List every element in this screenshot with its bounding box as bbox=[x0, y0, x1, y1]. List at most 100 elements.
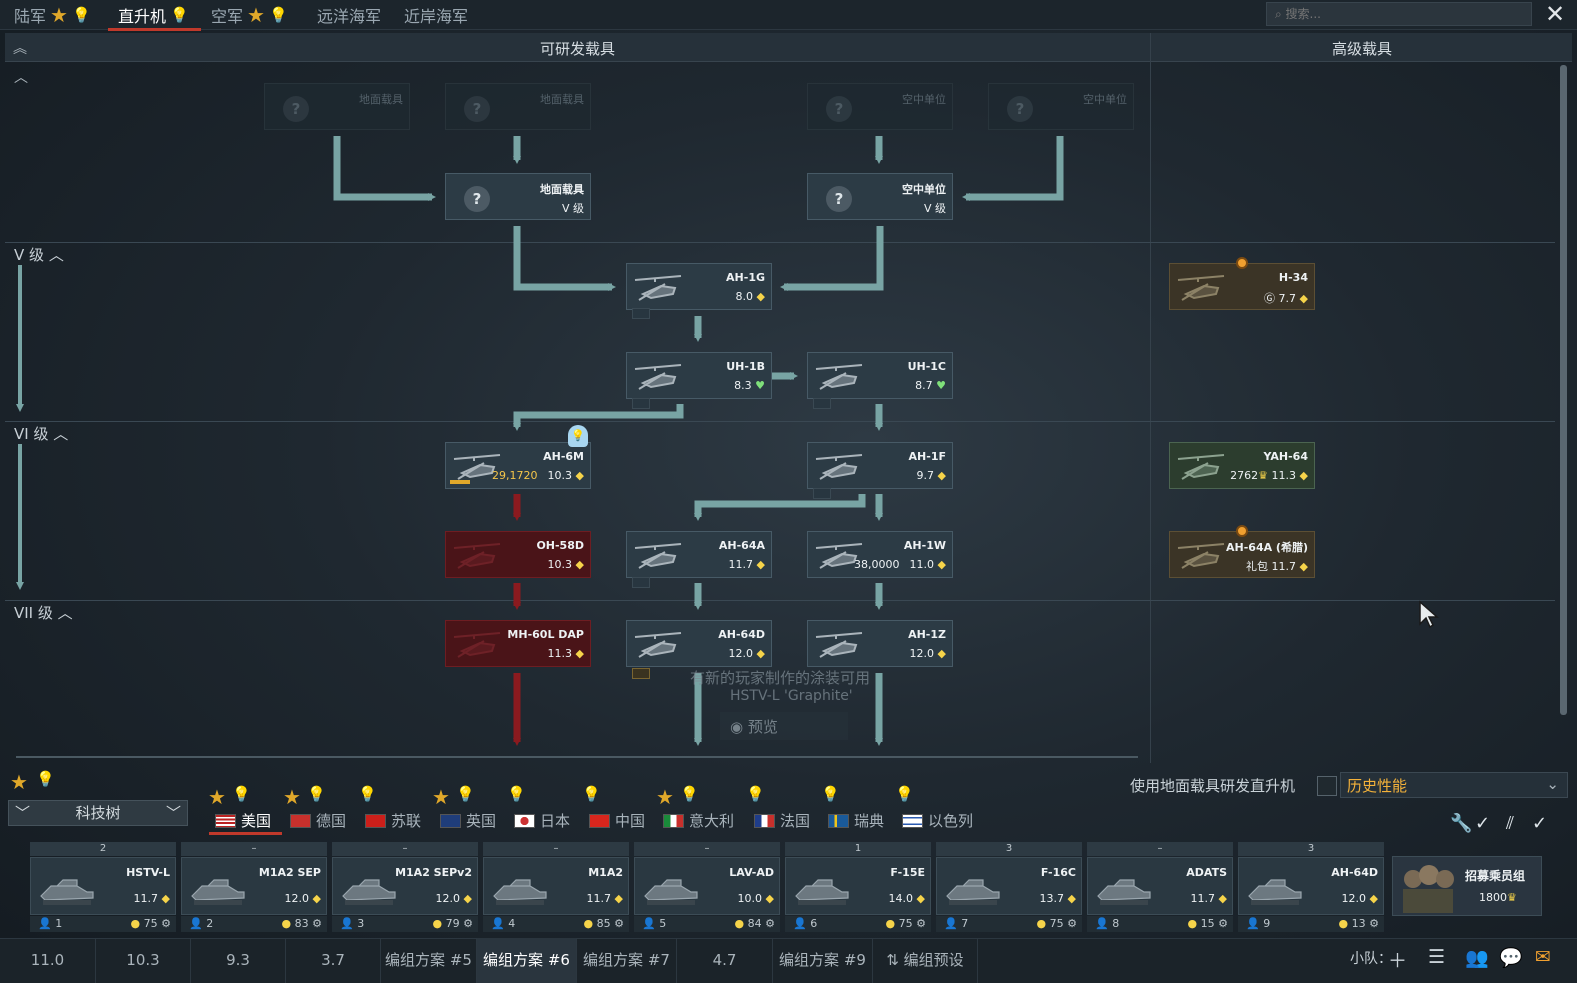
plus-icon[interactable]: ＋ bbox=[1388, 946, 1407, 973]
crew-slot[interactable]: 3 AH-64D 12.0 ◆ 👤 9 ● 13 ⚙ bbox=[1238, 842, 1384, 932]
vehicle-icon bbox=[644, 879, 698, 905]
ammo-icon[interactable]: ⫽ bbox=[1506, 813, 1514, 834]
preset-tab[interactable]: 11.0 bbox=[0, 938, 96, 983]
vehicle-card-ah-6m[interactable]: AH-6M 10.3 ◆ 29,1720 bbox=[445, 442, 591, 489]
vehicle-card-mh-60l-dap[interactable]: MH-60L DAP 11.3 ◆ bbox=[445, 620, 591, 667]
slot-vehicle[interactable]: M1A2 SEPv2 12.0 ◆ bbox=[332, 857, 478, 915]
vehicle-card-ah-1z[interactable]: AH-1Z 12.0 ◆ bbox=[807, 620, 953, 667]
slot-vehicle[interactable]: M1A2 11.7 ◆ bbox=[483, 857, 629, 915]
rank-7-label[interactable]: VII 级 ︿ bbox=[14, 602, 73, 623]
crew-slot[interactable]: 2 HSTV-L 11.7 ◆ 👤 1 ● 75 ⚙ bbox=[30, 842, 176, 932]
tab-helicopters[interactable]: 直升机 💡 bbox=[118, 0, 189, 30]
wrench-icon[interactable]: 🔧 bbox=[1450, 813, 1472, 834]
tab-ground-forces[interactable]: 陆军 ★ 💡 bbox=[14, 0, 91, 30]
crew-points-value: 13 bbox=[1351, 917, 1366, 930]
nation-israel[interactable]: 以色列 bbox=[902, 810, 973, 831]
crew-slot[interactable]: – M1A2 11.7 ◆ 👤 4 ● 85 ⚙ bbox=[483, 842, 629, 932]
nation-france[interactable]: 法国 bbox=[754, 810, 810, 831]
br-rating-icon: ◆ bbox=[756, 647, 765, 660]
tab-bluewater-fleet[interactable]: 远洋海军 bbox=[317, 0, 381, 30]
collapse-all-icon[interactable]: ︽ bbox=[13, 38, 27, 58]
vehicle-card-ah-64a[interactable]: AH-64A 11.7 ◆ bbox=[626, 531, 772, 578]
tab-coastal-fleet[interactable]: 近岸海军 bbox=[404, 0, 468, 30]
checkmark-icon[interactable]: ✓ bbox=[1475, 813, 1490, 834]
preset-tab[interactable]: 编组方案 #9 bbox=[773, 938, 873, 983]
nation-sweden[interactable]: 瑞典 bbox=[828, 810, 884, 831]
preset-tab[interactable]: 4.7 bbox=[677, 938, 773, 983]
slot-vehicle[interactable]: HSTV-L 11.7 ◆ bbox=[30, 857, 176, 915]
slot-vehicle[interactable]: LAV-AD 10.0 ◆ bbox=[634, 857, 780, 915]
preset-tab[interactable]: 10.3 bbox=[96, 938, 191, 983]
vehicle-card-ah-1w[interactable]: AH-1W 11.0 ◆ 38,0000 bbox=[807, 531, 953, 578]
vehicle-card-uh-1c[interactable]: UH-1C 8.7 ♥ bbox=[807, 352, 953, 399]
nation-italy[interactable]: 意大利 bbox=[663, 810, 734, 831]
preset-tab[interactable]: 编组方案 #7 bbox=[577, 938, 677, 983]
slot-vehicle[interactable]: F-16C 13.7 ◆ bbox=[936, 857, 1082, 915]
tab-aviation[interactable]: 空军 ★ 💡 bbox=[211, 0, 288, 30]
friends-icon[interactable]: 👥 bbox=[1465, 946, 1489, 969]
crew-slot[interactable]: 1 F-15E 14.0 ◆ 👤 6 ● 75 ⚙ bbox=[785, 842, 931, 932]
gear-icon: ⚙ bbox=[312, 917, 322, 930]
slot-vehicle[interactable]: AH-64D 12.0 ◆ bbox=[1238, 857, 1384, 915]
crew-slot[interactable]: 3 F-16C 13.7 ◆ 👤 7 ● 75 ⚙ bbox=[936, 842, 1082, 932]
nation-ussr[interactable]: 苏联 bbox=[365, 810, 421, 831]
checkmark-icon[interactable]: ✓ bbox=[1532, 813, 1547, 834]
vehicle-card-air-rank5[interactable]: ? 空中单位 V 级 bbox=[807, 173, 953, 220]
vehicle-card-h-34[interactable]: H-34 Ⓖ 7.7 ◆ bbox=[1169, 263, 1315, 310]
vehicle-card-ground-rank5[interactable]: ? 地面载具 V 级 bbox=[445, 173, 591, 220]
slot-br-value: 13.7 bbox=[1039, 892, 1065, 905]
crew-slot[interactable]: – ADATS 11.7 ◆ 👤 8 ● 15 ⚙ bbox=[1087, 842, 1233, 932]
ground-research-heli-checkbox[interactable] bbox=[1317, 776, 1337, 796]
card-name: UH-1B bbox=[726, 360, 765, 373]
mail-icon[interactable]: ✉ bbox=[1535, 946, 1551, 968]
skin-notice-name: HSTV-L 'Graphite' bbox=[730, 688, 853, 704]
list-icon[interactable]: ☰ bbox=[1428, 946, 1445, 968]
vehicle-card-ah-64a-greece[interactable]: AH-64A (希腊) 礼包 11.7 ◆ bbox=[1169, 531, 1315, 578]
slot-vehicle[interactable]: F-15E 14.0 ◆ bbox=[785, 857, 931, 915]
active-tab-underline bbox=[108, 28, 201, 31]
chat-icon[interactable]: 💬 bbox=[1499, 946, 1523, 969]
vehicle-card-yah-64[interactable]: YAH-64 2762♛ 11.3 ◆ bbox=[1169, 442, 1315, 489]
vehicle-card-ah-1g[interactable]: AH-1G 8.0 ◆ bbox=[626, 263, 772, 310]
vehicle-card-unknown-ground[interactable]: ? 地面载具 bbox=[445, 83, 591, 130]
recruit-crew-button[interactable]: 招募乘员组 1800♛ bbox=[1392, 856, 1542, 916]
vehicle-card-ah-1f[interactable]: AH-1F 9.7 ◆ bbox=[807, 442, 953, 489]
slot-footer: 👤 2 ● 83 ⚙ bbox=[181, 916, 327, 932]
rank-6-label[interactable]: VI 级 ︿ bbox=[14, 423, 68, 444]
vehicle-card-unknown-ground[interactable]: ? 地面载具 bbox=[264, 83, 410, 130]
preview-button[interactable]: ◉ 预览 bbox=[720, 712, 848, 740]
card-rank: V 级 bbox=[923, 202, 946, 215]
nation-japan[interactable]: 日本 bbox=[514, 810, 570, 831]
researchable-title: 可研发载具 bbox=[540, 40, 616, 58]
preset-manager-button[interactable]: ⇅ 编组预设 bbox=[873, 938, 978, 983]
nation-britain[interactable]: 英国 bbox=[440, 810, 496, 831]
crew-points-value: 85 bbox=[596, 917, 611, 930]
vehicle-card-ah-64d[interactable]: AH-64D 12.0 ◆ bbox=[626, 620, 772, 667]
collapse-rank-icon[interactable]: ︿ bbox=[14, 67, 28, 87]
crew-slot[interactable]: – M1A2 SEP 12.0 ◆ 👤 2 ● 83 ⚙ bbox=[181, 842, 327, 932]
slot-vehicle[interactable]: M1A2 SEP 12.0 ◆ bbox=[181, 857, 327, 915]
crew-slot[interactable]: – M1A2 SEPv2 12.0 ◆ 👤 3 ● 79 ⚙ bbox=[332, 842, 478, 932]
nation-china[interactable]: 中国 bbox=[589, 810, 645, 831]
preset-tab[interactable]: 编组方案 #5 bbox=[381, 938, 477, 983]
rank-5-label[interactable]: V 级 ︿ bbox=[14, 244, 64, 265]
vehicle-card-uh-1b[interactable]: UH-1B 8.3 ♥ bbox=[626, 352, 772, 399]
slot-vehicle[interactable]: ADATS 11.7 ◆ bbox=[1087, 857, 1233, 915]
preset-tab[interactable]: 编组方案 #6 bbox=[477, 938, 577, 983]
vehicle-card-oh-58d[interactable]: OH-58D 10.3 ◆ bbox=[445, 531, 591, 578]
vehicle-card-unknown-air[interactable]: ? 空中单位 bbox=[807, 83, 953, 130]
crew-slot[interactable]: – LAV-AD 10.0 ◆ 👤 5 ● 84 ⚙ bbox=[634, 842, 780, 932]
slot-header: – bbox=[1087, 842, 1233, 856]
nation-label: 日本 bbox=[540, 812, 571, 830]
scrollbar[interactable] bbox=[1560, 65, 1567, 715]
search-input[interactable] bbox=[1266, 2, 1532, 26]
preset-tab[interactable]: 9.3 bbox=[191, 938, 286, 983]
vehicle-card-unknown-air[interactable]: ? 空中单位 bbox=[988, 83, 1134, 130]
game-mode-select[interactable]: 历史性能 ⌄ bbox=[1340, 772, 1568, 798]
techtree-button[interactable]: ﹀ 科技树 ﹀ bbox=[8, 800, 188, 826]
nation-germany[interactable]: 德国 bbox=[290, 810, 346, 831]
nation-usa[interactable]: 美国 bbox=[215, 810, 271, 831]
preset-tab[interactable]: 3.7 bbox=[286, 938, 381, 983]
close-icon[interactable]: ✕ bbox=[1540, 0, 1570, 30]
question-icon: ? bbox=[464, 186, 490, 212]
